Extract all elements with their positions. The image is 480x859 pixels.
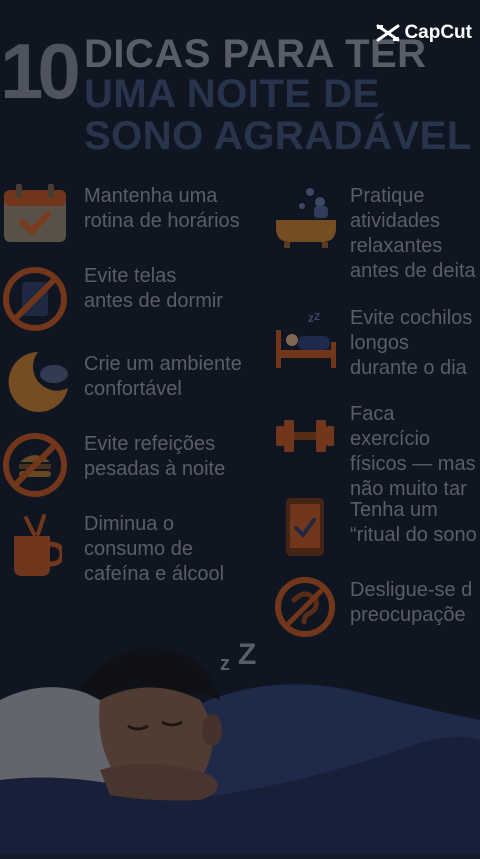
title-line-2: UMA NOITE DE (84, 72, 380, 116)
title-line-1: DICAS PARA TER (84, 32, 427, 76)
capcut-watermark: CapCut (376, 22, 472, 44)
capcut-logo-icon (376, 24, 400, 42)
svg-text:z: z (220, 653, 230, 675)
phone-icon (284, 496, 326, 563)
no-burger-icon (2, 432, 68, 503)
svg-text:Z: Z (238, 638, 256, 671)
svg-text:Z: Z (314, 312, 320, 323)
title-line-3: SONO AGRADÁVEL (84, 114, 472, 158)
bathtub-icon (274, 184, 338, 255)
tip-1: Mantenha uma rotina de horários (84, 185, 240, 232)
calendar-icon (2, 184, 68, 249)
tip-5: Diminua o consumo de cafeína e álcool (84, 513, 225, 585)
tip-8: Faca exercício físicos — mas não muito t… (350, 403, 476, 500)
coffee-cup-icon (10, 514, 65, 585)
sleeping-man-illustration: z Z (0, 630, 480, 854)
moon-icon (4, 348, 72, 419)
dumbbell-icon (274, 416, 336, 461)
title-number: 10 (0, 27, 81, 115)
tip-7: Evite cochilos longos durante o dia (350, 307, 473, 379)
tip-4: Evite refeições pesadas à noite (84, 433, 226, 480)
tip-3: Crie um ambiente confortável (84, 353, 242, 400)
tip-9: Tenha um “ritual do sono (350, 499, 477, 546)
brand-name: CapCut (404, 22, 472, 43)
no-screen-icon (2, 266, 68, 337)
bed-nap-icon: z Z (274, 311, 338, 375)
infographic: 10 DICAS PARA TER UMA NOITE DE SONO AGRA… (0, 0, 480, 854)
tip-2: Evite telas antes de dormir (84, 265, 223, 312)
tip-10: Desligue-se d preocupaçõe (350, 579, 473, 626)
tip-6: Pratique atividades relaxantes antes de … (350, 185, 476, 282)
